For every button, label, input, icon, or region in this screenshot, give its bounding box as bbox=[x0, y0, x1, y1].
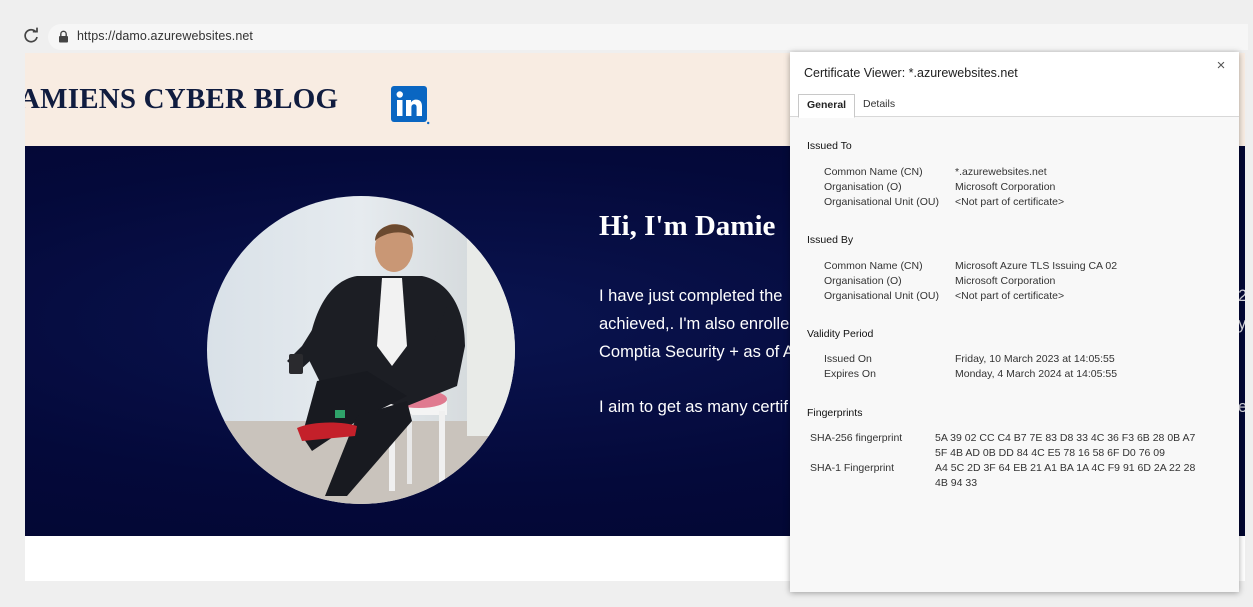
hero-text-line: Comptia Security + as of A bbox=[599, 343, 794, 361]
hero-text-edge: 2 bbox=[1238, 287, 1245, 305]
field-value: Microsoft Corporation bbox=[955, 181, 1056, 193]
field-label: Common Name (CN) bbox=[824, 260, 923, 272]
section-heading-issued-by: Issued By bbox=[807, 234, 854, 246]
profile-photo bbox=[207, 196, 515, 504]
hero-text-line: I have just completed the bbox=[599, 287, 783, 305]
section-heading-fingerprints: Fingerprints bbox=[807, 407, 863, 419]
field-label: Organisational Unit (OU) bbox=[824, 196, 939, 208]
field-label: Organisational Unit (OU) bbox=[824, 290, 939, 302]
lock-icon[interactable] bbox=[58, 30, 69, 43]
field-label: Expires On bbox=[824, 368, 876, 380]
fingerprint-value: A4 5C 2D 3F 64 EB 21 A1 BA 1A 4C F9 91 6… bbox=[935, 462, 1196, 489]
linkedin-icon[interactable] bbox=[390, 85, 430, 125]
field-label: Organisation (O) bbox=[824, 181, 902, 193]
close-button[interactable]: × bbox=[1211, 56, 1231, 76]
fingerprint-value: 5A 39 02 CC C4 B7 7E 83 D8 33 4C 36 F3 6… bbox=[935, 432, 1196, 459]
section-heading-issued-to: Issued To bbox=[807, 140, 852, 152]
site-title[interactable]: AMIENS CYBER BLOG bbox=[25, 83, 338, 116]
field-label: Issued On bbox=[824, 353, 872, 365]
url-text[interactable]: https://damo.azurewebsites.net bbox=[77, 29, 253, 43]
field-label: Common Name (CN) bbox=[824, 166, 923, 178]
fingerprint-label: SHA-1 Fingerprint bbox=[810, 462, 895, 474]
field-value: <Not part of certificate> bbox=[955, 290, 1065, 302]
section-heading-validity: Validity Period bbox=[807, 328, 874, 340]
browser-toolbar: https://damo.azurewebsites.net bbox=[0, 0, 1253, 52]
field-label: Organisation (O) bbox=[824, 275, 902, 287]
reload-icon[interactable] bbox=[22, 27, 40, 45]
field-value: <Not part of certificate> bbox=[955, 196, 1065, 208]
field-value: Monday, 4 March 2024 at 14:05:55 bbox=[955, 368, 1118, 380]
hero-text-line: I aim to get as many certif bbox=[599, 398, 788, 416]
field-value: Microsoft Corporation bbox=[955, 275, 1056, 287]
fingerprint-label: SHA-256 fingerprint bbox=[810, 432, 903, 444]
hero-text-edge: y bbox=[1238, 315, 1245, 333]
tab-details[interactable]: Details bbox=[855, 94, 903, 115]
hero-text-edge: e bbox=[1238, 398, 1245, 416]
field-value: Friday, 10 March 2023 at 14:05:55 bbox=[955, 353, 1115, 365]
dialog-title: Certificate Viewer: *.azurewebsites.net bbox=[804, 66, 1018, 80]
hero-text-line: achieved,. I'm also enrolle bbox=[599, 315, 790, 333]
tab-general[interactable]: General bbox=[798, 94, 856, 118]
hero-heading: Hi, I'm Damie bbox=[599, 210, 776, 242]
certificate-viewer-dialog: Certificate Viewer: *.azurewebsites.net … bbox=[790, 52, 1239, 592]
field-value: *.azurewebsites.net bbox=[955, 166, 1047, 178]
dialog-titlebar: Certificate Viewer: *.azurewebsites.net … bbox=[790, 52, 1239, 118]
field-value: Microsoft Azure TLS Issuing CA 02 bbox=[955, 260, 1118, 272]
